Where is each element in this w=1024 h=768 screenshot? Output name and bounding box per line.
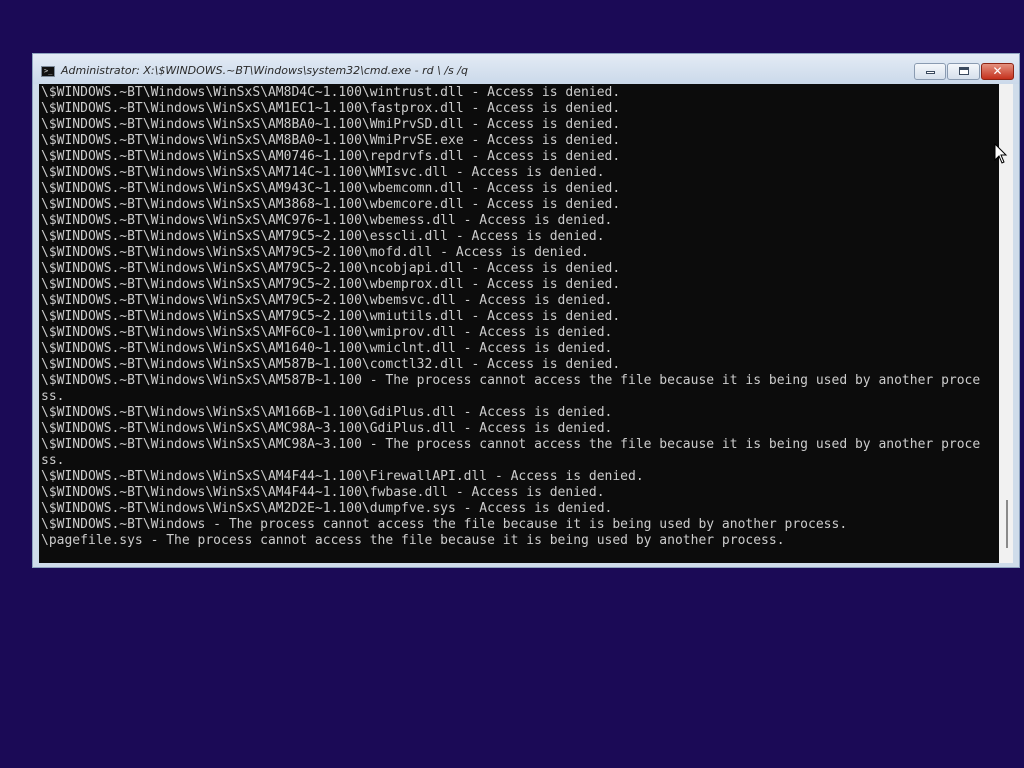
console-line: ss. (41, 453, 65, 468)
console-line: \pagefile.sys - The process cannot acces… (41, 533, 785, 548)
console-line: \$WINDOWS.~BT\Windows\WinSxS\AM587B~1.10… (41, 373, 981, 388)
console-line: \$WINDOWS.~BT\Windows\WinSxS\AM79C5~2.10… (41, 309, 621, 324)
restore-button[interactable] (947, 63, 980, 80)
console-line: \$WINDOWS.~BT\Windows\WinSxS\AM4F44~1.10… (41, 485, 605, 500)
console-line: \$WINDOWS.~BT\Windows\WinSxS\AMC98A~3.10… (41, 421, 613, 436)
console-line: \$WINDOWS.~BT\Windows\WinSxS\AM8D4C~1.10… (41, 85, 621, 100)
cmd-app-icon[interactable]: >_ (41, 66, 55, 77)
scrollbar-thumb[interactable] (1006, 500, 1008, 548)
mouse-pointer-icon (994, 143, 1008, 164)
console-line: \$WINDOWS.~BT\Windows\WinSxS\AM4F44~1.10… (41, 469, 644, 484)
title-bar[interactable]: >_ Administrator: X:\$WINDOWS.~BT\Window… (33, 54, 1019, 84)
console-line: \$WINDOWS.~BT\Windows\WinSxS\AM587B~1.10… (41, 357, 621, 372)
console-line: \$WINDOWS.~BT\Windows\WinSxS\AMF6C0~1.10… (41, 325, 613, 340)
console-line: \$WINDOWS.~BT\Windows\WinSxS\AM0746~1.10… (41, 149, 621, 164)
console-line: \$WINDOWS.~BT\Windows\WinSxS\AMC98A~3.10… (41, 437, 981, 452)
console-line: \$WINDOWS.~BT\Windows\WinSxS\AM79C5~2.10… (41, 245, 589, 260)
console-line: \$WINDOWS.~BT\Windows\WinSxS\AMC976~1.10… (41, 213, 613, 228)
console-line: \$WINDOWS.~BT\Windows\WinSxS\AM3868~1.10… (41, 197, 621, 212)
console-output[interactable]: \$WINDOWS.~BT\Windows\WinSxS\AM8D4C~1.10… (39, 84, 999, 563)
restore-icon (948, 64, 979, 79)
minimize-icon (915, 64, 945, 79)
console-line: \$WINDOWS.~BT\Windows\WinSxS\AM943C~1.10… (41, 181, 621, 196)
console-line: \$WINDOWS.~BT\Windows\WinSxS\AM8BA0~1.10… (41, 117, 621, 132)
close-button[interactable]: ✕ (981, 63, 1014, 80)
cmd-prompt-glyph: >_ (44, 67, 53, 75)
console-text: \$WINDOWS.~BT\Windows\WinSxS\AM8D4C~1.10… (41, 85, 999, 549)
console-line: \$WINDOWS.~BT\Windows\WinSxS\AM714C~1.10… (41, 165, 605, 180)
minimize-button[interactable] (914, 63, 946, 80)
console-line: \$WINDOWS.~BT\Windows\WinSxS\AM79C5~2.10… (41, 261, 621, 276)
window-title: Administrator: X:\$WINDOWS.~BT\Windows\s… (61, 64, 468, 77)
console-line: \$WINDOWS.~BT\Windows - The process cann… (41, 517, 848, 532)
console-line: ss. (41, 389, 65, 404)
console-line: \$WINDOWS.~BT\Windows\WinSxS\AM79C5~2.10… (41, 229, 605, 244)
cmd-window[interactable]: >_ Administrator: X:\$WINDOWS.~BT\Window… (32, 53, 1020, 568)
close-icon: ✕ (992, 64, 1003, 78)
console-line: \$WINDOWS.~BT\Windows\WinSxS\AM8BA0~1.10… (41, 133, 621, 148)
console-line: \$WINDOWS.~BT\Windows\WinSxS\AM166B~1.10… (41, 405, 613, 420)
console-line: \$WINDOWS.~BT\Windows\WinSxS\AM1EC1~1.10… (41, 101, 621, 116)
console-line: \$WINDOWS.~BT\Windows\WinSxS\AM79C5~2.10… (41, 293, 613, 308)
console-line: \$WINDOWS.~BT\Windows\WinSxS\AM2D2E~1.10… (41, 501, 613, 516)
console-line: \$WINDOWS.~BT\Windows\WinSxS\AM1640~1.10… (41, 341, 613, 356)
console-line: \$WINDOWS.~BT\Windows\WinSxS\AM79C5~2.10… (41, 277, 621, 292)
